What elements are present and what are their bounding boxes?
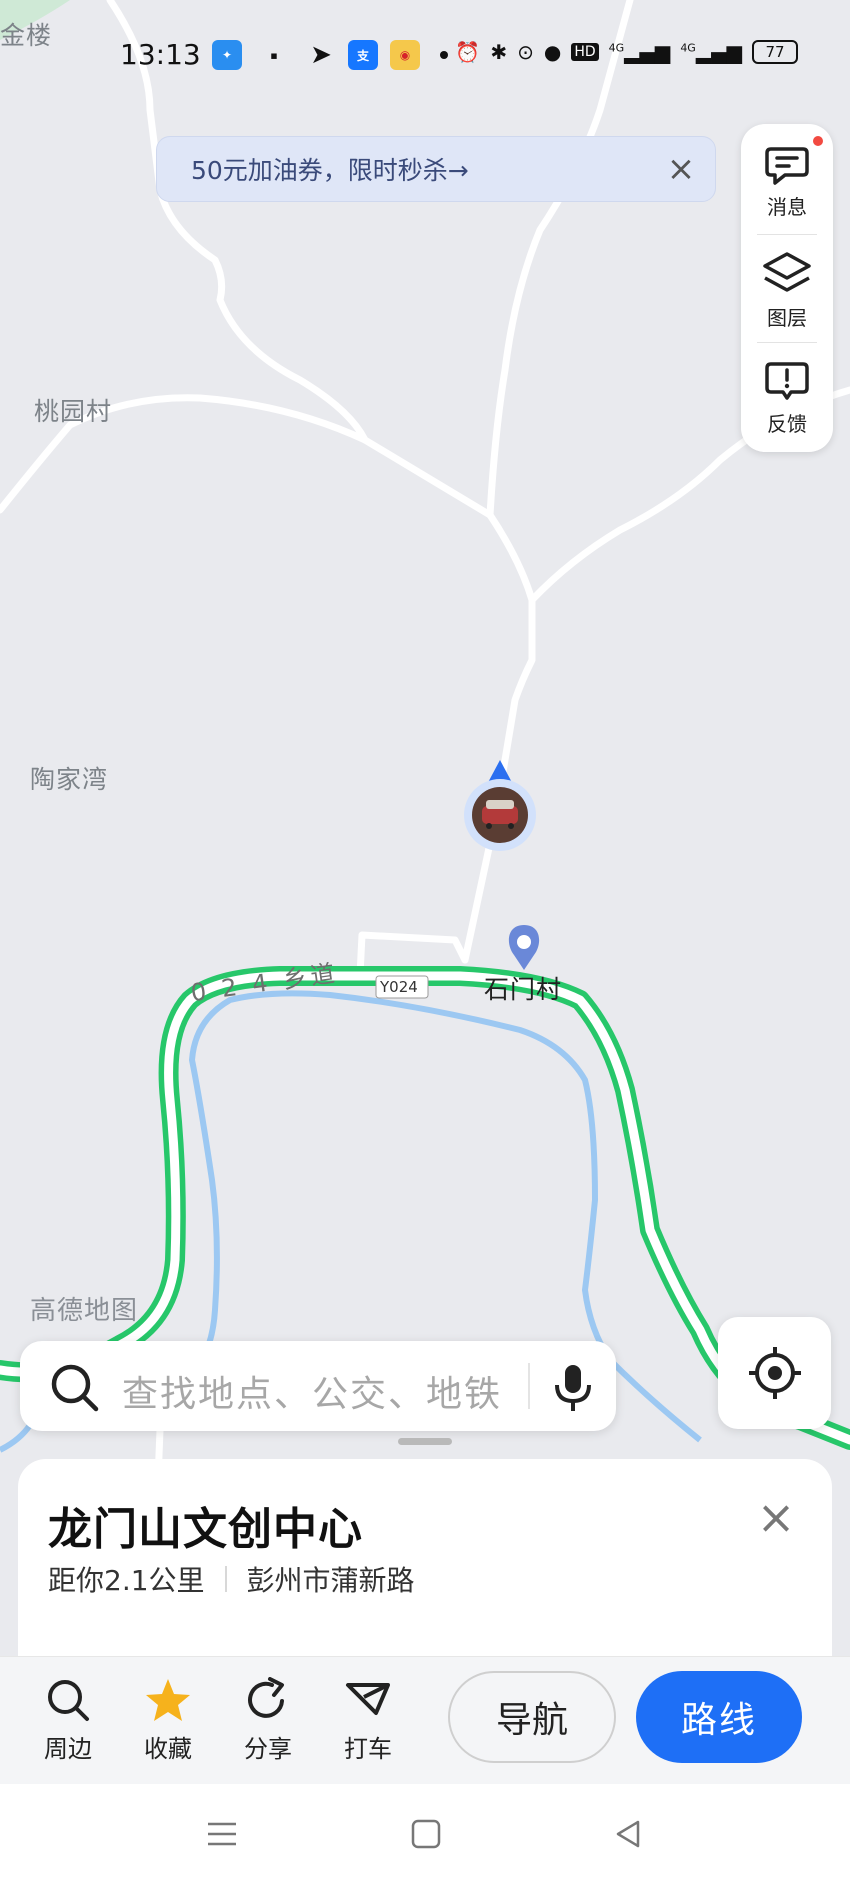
layers-icon — [763, 251, 811, 292]
tool-layers-label: 图层 — [767, 305, 807, 330]
weibo-icon: ◉ — [390, 40, 420, 70]
place-address: 彭州市蒲新路 — [246, 1564, 415, 1597]
action-nearby-label: 周边 — [44, 1735, 92, 1763]
bluetooth-icon: ✱ — [490, 40, 508, 64]
tool-layers[interactable]: 图层 — [741, 238, 833, 342]
status-system-icons: ⏰ ✱ ⊙ ● HD 4G▂▄▆ 4G▂▄▆ 77 — [455, 40, 798, 64]
map-watermark: 高德地图 — [30, 1296, 139, 1326]
navigate-button[interactable]: 导航 — [448, 1671, 616, 1763]
taxi-icon — [346, 1683, 390, 1715]
status-time: 13:13 — [120, 38, 201, 71]
feedback-icon — [765, 361, 809, 400]
alarm-icon: ⏰ — [455, 40, 481, 64]
app-feather-icon: ✦ — [212, 40, 242, 70]
search-icon — [48, 1680, 89, 1721]
place-meta: 距你2.1公里 彭州市蒲新路 — [48, 1559, 415, 1599]
location-icon: ⊙ — [517, 40, 534, 64]
place-distance: 距你2.1公里 — [48, 1564, 205, 1597]
battery-icon: 77 — [752, 40, 798, 64]
search-icon — [51, 1364, 99, 1412]
search-bar[interactable]: 查找地点、公交、地铁 — [20, 1341, 616, 1431]
divider — [528, 1363, 530, 1409]
system-nav-bar — [0, 1784, 850, 1889]
road-shield-label: Y024 — [380, 978, 418, 996]
crosshair-icon — [748, 1347, 801, 1399]
action-taxi[interactable]: 打车 — [328, 1677, 408, 1764]
map-label-taojiawan: 陶家湾 — [30, 765, 109, 794]
promo-text[interactable]: 50元加油券，限时秒杀→ — [191, 151, 469, 187]
action-favorite[interactable]: 收藏 — [128, 1677, 208, 1764]
status-bar: 13:13 ✦ ▪ ➤ 支 ◉ ⏰ ✱ ⊙ ● HD 4G▂▄▆ 4G▂▄▆ 7… — [0, 0, 850, 110]
action-taxi-label: 打车 — [344, 1735, 392, 1763]
action-share-label: 分享 — [244, 1735, 292, 1763]
divider — [224, 1566, 227, 1592]
tool-feedback-label: 反馈 — [767, 411, 807, 436]
back-icon[interactable] — [612, 1818, 644, 1850]
alipay-icon: 支 — [348, 40, 378, 70]
search-input[interactable]: 查找地点、公交、地铁 — [122, 1365, 502, 1417]
map-label-shimen[interactable]: 石门村 — [484, 970, 562, 1006]
menu-icon[interactable] — [206, 1818, 238, 1850]
home-icon[interactable] — [410, 1818, 442, 1850]
promo-close-icon[interactable]: × — [663, 151, 699, 187]
divider — [757, 342, 817, 343]
telegram-icon: ➤ — [310, 40, 332, 70]
microphone-icon[interactable] — [550, 1361, 596, 1415]
message-icon — [765, 146, 809, 185]
share-icon — [248, 1677, 284, 1718]
place-name: 龙门山文创中心 — [48, 1504, 363, 1555]
tool-feedback[interactable]: 反馈 — [741, 346, 833, 450]
close-icon[interactable]: × — [756, 1494, 796, 1540]
hd-icon: HD — [571, 43, 599, 61]
signal-2-icon: 4G▂▄▆ — [680, 40, 742, 64]
promo-banner[interactable]: 50元加油券，限时秒杀→ × — [156, 136, 716, 202]
tool-messages[interactable]: 消息 — [741, 130, 833, 234]
status-app-icons: ✦ ▪ ➤ 支 ◉ — [212, 40, 448, 70]
tool-messages-label: 消息 — [767, 194, 807, 219]
locate-button[interactable] — [718, 1317, 831, 1429]
action-favorite-label: 收藏 — [144, 1735, 192, 1763]
dot-icon — [440, 51, 448, 59]
action-nearby[interactable]: 周边 — [28, 1677, 108, 1764]
sheet-drag-handle[interactable] — [398, 1438, 452, 1445]
map-tools-panel: 消息 图层 反馈 — [741, 124, 833, 452]
xiaohongshu-icon: ▪ — [270, 48, 278, 62]
divider — [757, 234, 817, 235]
action-bar: 周边 收藏 分享 打车 导航 路线 — [0, 1656, 850, 1784]
mic-icon: ● — [543, 40, 562, 64]
star-icon — [146, 1679, 190, 1721]
map-label-taoyuan: 桃园村 — [34, 397, 113, 426]
route-button[interactable]: 路线 — [636, 1671, 802, 1763]
signal-1-icon: 4G▂▄▆ — [608, 40, 671, 64]
action-share[interactable]: 分享 — [228, 1677, 308, 1764]
